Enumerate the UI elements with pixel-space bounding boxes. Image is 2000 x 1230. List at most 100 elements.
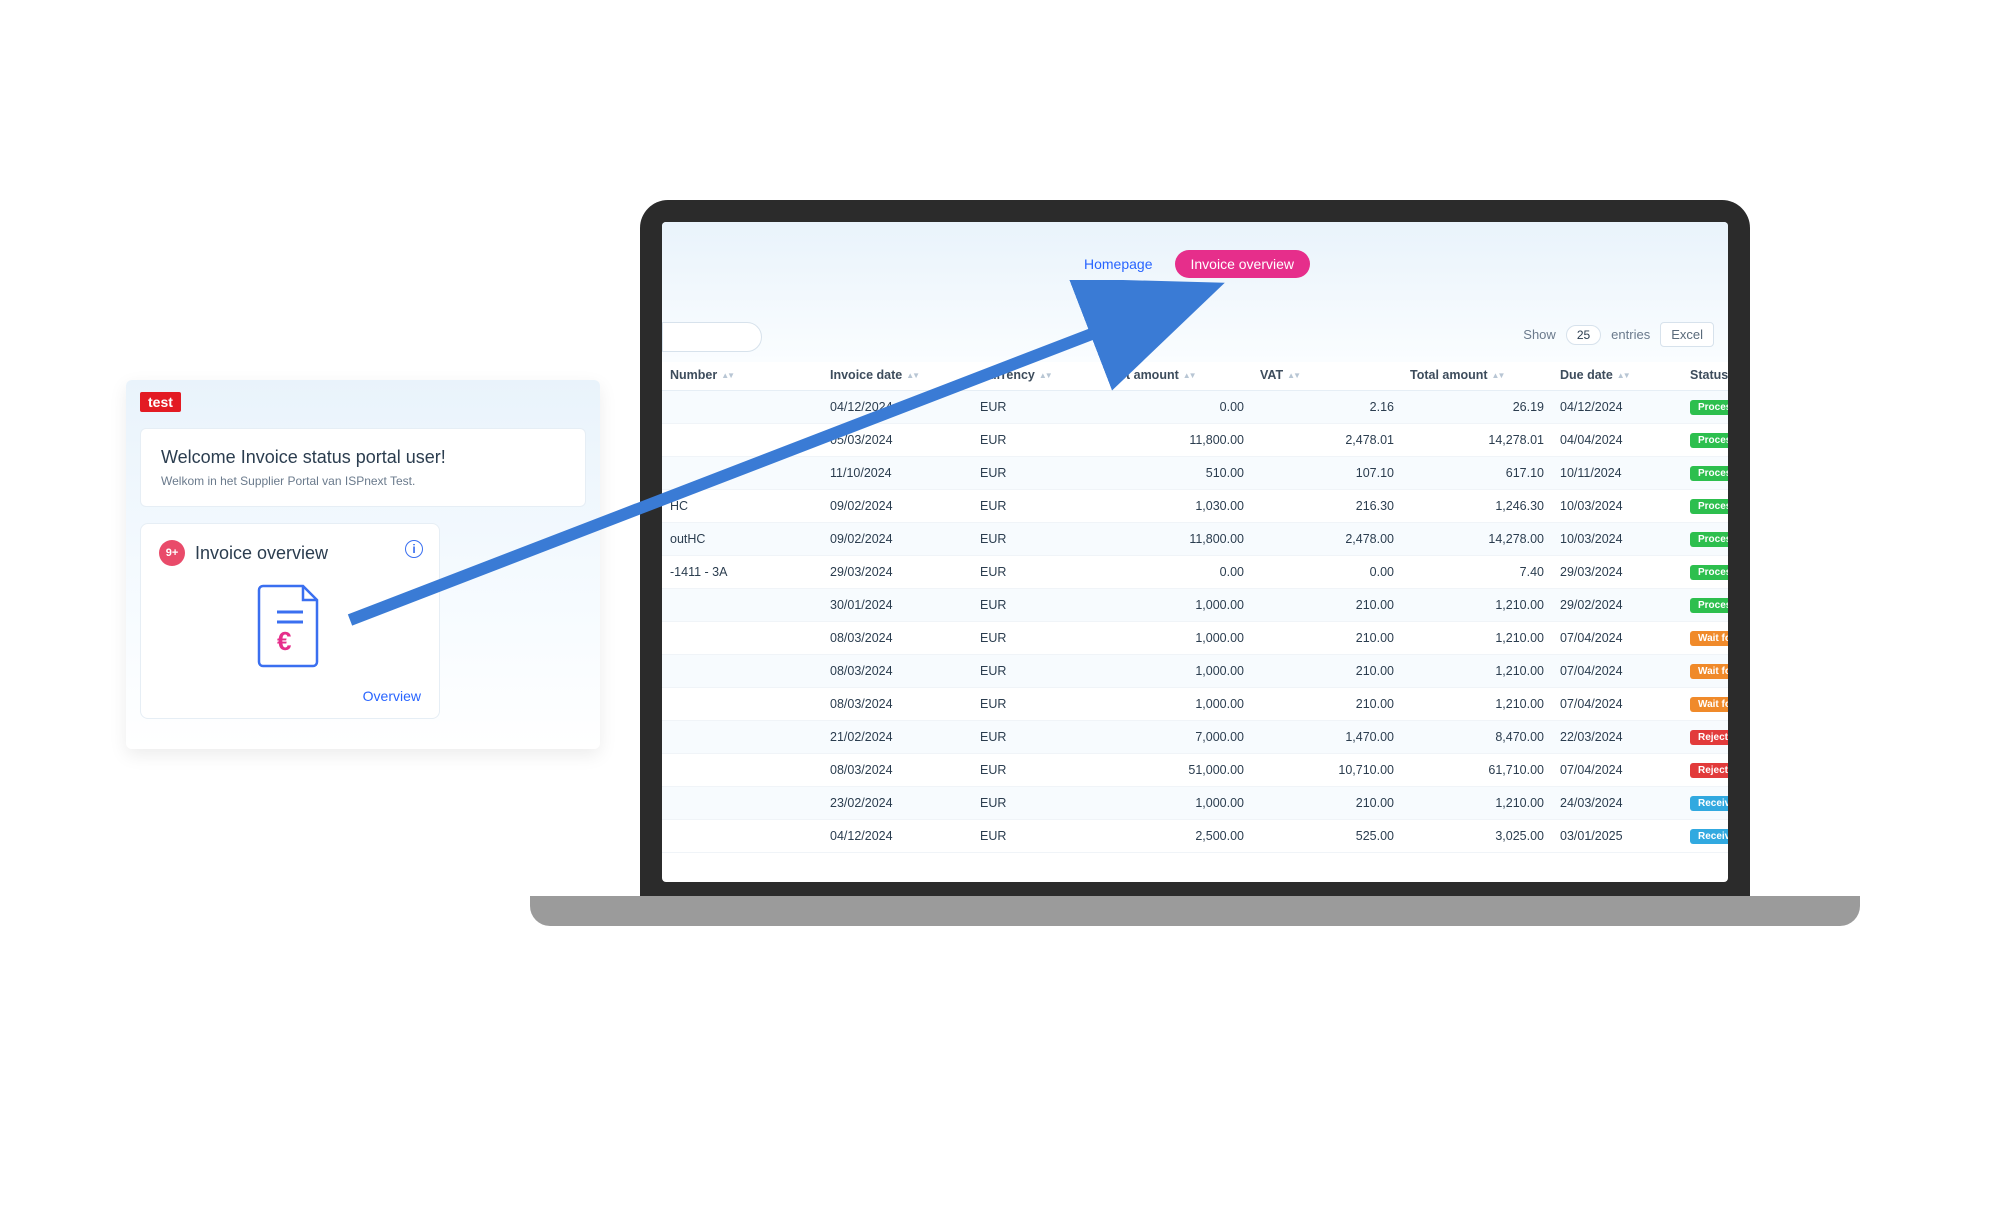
cell-net: 1,000.00 — [1102, 598, 1252, 612]
col-total-amount[interactable]: Total amount▲▼ — [1402, 368, 1552, 382]
col-invoice-date[interactable]: Invoice date▲▼ — [822, 368, 972, 382]
sort-icon: ▲▼ — [1039, 371, 1051, 380]
cell-due-date: 04/12/2024 — [1552, 400, 1682, 414]
col-status[interactable]: Status — [1682, 368, 1728, 382]
cell-vat: 2,478.00 — [1252, 532, 1402, 546]
cell-status: Wait for DD — [1682, 663, 1728, 679]
cell-status: Processed — [1682, 498, 1728, 514]
cell-net: 7,000.00 — [1102, 730, 1252, 744]
cell-net: 1,030.00 — [1102, 499, 1252, 513]
cell-due-date: 29/03/2024 — [1552, 565, 1682, 579]
tab-invoice-overview[interactable]: Invoice overview — [1175, 250, 1311, 278]
cell-net: 0.00 — [1102, 400, 1252, 414]
cell-due-date: 10/11/2024 — [1552, 466, 1682, 480]
col-number[interactable]: Number▲▼ — [662, 368, 822, 382]
invoice-document-icon: € — [159, 584, 421, 668]
cell-currency: EUR — [972, 400, 1102, 414]
search-input[interactable] — [662, 322, 762, 352]
cell-vat: 216.30 — [1252, 499, 1402, 513]
cell-vat: 2.16 — [1252, 400, 1402, 414]
col-net-amount[interactable]: Net amount▲▼ — [1102, 368, 1252, 382]
tile-overview-link[interactable]: Overview — [159, 688, 421, 704]
sort-icon: ▲▼ — [906, 371, 918, 380]
sort-icon: ▲▼ — [1183, 371, 1195, 380]
status-badge: Processed — [1690, 532, 1728, 547]
cell-total: 7.40 — [1402, 565, 1552, 579]
status-badge: Processed — [1690, 598, 1728, 613]
cell-invoice-date: 05/03/2024 — [822, 433, 972, 447]
table-row[interactable]: 08/03/2024EUR1,000.00210.001,210.0007/04… — [662, 655, 1728, 688]
cell-due-date: 24/03/2024 — [1552, 796, 1682, 810]
table-row[interactable]: 05/03/2024EUR11,800.002,478.0114,278.010… — [662, 424, 1728, 457]
cell-status: Received — [1682, 828, 1728, 844]
cell-currency: EUR — [972, 598, 1102, 612]
table-row[interactable]: -1411 - 3A29/03/2024EUR0.000.007.4029/03… — [662, 556, 1728, 589]
table-row[interactable]: 08/03/2024EUR51,000.0010,710.0061,710.00… — [662, 754, 1728, 787]
table-row[interactable]: 30/01/2024EUR1,000.00210.001,210.0029/02… — [662, 589, 1728, 622]
status-badge: Processed — [1690, 466, 1728, 481]
laptop-frame: Homepage Invoice overview Show 25 entrie… — [640, 200, 1750, 926]
cell-total: 61,710.00 — [1402, 763, 1552, 777]
cell-vat: 210.00 — [1252, 697, 1402, 711]
status-badge: Processed — [1690, 400, 1728, 415]
cell-total: 3,025.00 — [1402, 829, 1552, 843]
cell-vat: 107.10 — [1252, 466, 1402, 480]
sort-icon: ▲▼ — [1492, 371, 1504, 380]
table-row[interactable]: outHC09/02/2024EUR11,800.002,478.0014,27… — [662, 523, 1728, 556]
export-excel-button[interactable]: Excel — [1660, 322, 1714, 347]
cell-vat: 210.00 — [1252, 631, 1402, 645]
table-row[interactable]: 08/03/2024EUR1,000.00210.001,210.0007/04… — [662, 688, 1728, 721]
tile-count-badge: 9+ — [159, 540, 185, 566]
status-badge: Rejected — [1690, 763, 1728, 778]
cell-net: 2,500.00 — [1102, 829, 1252, 843]
cell-vat: 210.00 — [1252, 796, 1402, 810]
invoice-grid: Number▲▼ Invoice date▲▼ Currency▲▼ Net a… — [662, 360, 1728, 882]
col-due-date[interactable]: Due date▲▼ — [1552, 368, 1682, 382]
tab-homepage[interactable]: Homepage — [1080, 250, 1157, 278]
cell-total: 1,246.30 — [1402, 499, 1552, 513]
cell-number: HC — [662, 499, 822, 513]
sort-icon: ▲▼ — [721, 371, 733, 380]
cell-status: Processed — [1682, 531, 1728, 547]
info-icon[interactable]: i — [405, 540, 423, 558]
status-badge: Received — [1690, 829, 1728, 844]
cell-total: 1,210.00 — [1402, 796, 1552, 810]
cell-net: 1,000.00 — [1102, 697, 1252, 711]
sort-icon: ▲▼ — [1617, 371, 1629, 380]
cell-invoice-date: 08/03/2024 — [822, 664, 972, 678]
cell-invoice-date: 09/02/2024 — [822, 532, 972, 546]
cell-vat: 525.00 — [1252, 829, 1402, 843]
cell-invoice-date: 04/12/2024 — [822, 400, 972, 414]
table-row[interactable]: 11/10/2024EUR510.00107.10617.1010/11/202… — [662, 457, 1728, 490]
invoice-overview-tile[interactable]: 9+ Invoice overview i € Overview — [140, 523, 440, 719]
grid-toolbar: Show 25 entries Excel — [1523, 322, 1714, 347]
cell-status: Processed — [1682, 465, 1728, 481]
col-currency[interactable]: Currency▲▼ — [972, 368, 1102, 382]
cell-currency: EUR — [972, 499, 1102, 513]
cell-status: Rejected — [1682, 729, 1728, 745]
cell-currency: EUR — [972, 466, 1102, 480]
cell-invoice-date: 21/02/2024 — [822, 730, 972, 744]
table-row[interactable]: 04/12/2024EUR2,500.00525.003,025.0003/01… — [662, 820, 1728, 853]
cell-due-date: 22/03/2024 — [1552, 730, 1682, 744]
status-badge: Processed — [1690, 499, 1728, 514]
cell-due-date: 07/04/2024 — [1552, 664, 1682, 678]
entries-select[interactable]: 25 — [1566, 325, 1601, 345]
col-vat[interactable]: VAT▲▼ — [1252, 368, 1402, 382]
status-badge: Wait for DD — [1690, 697, 1728, 712]
table-row[interactable]: 04/12/2024EUR0.002.1626.1904/12/2024Proc… — [662, 391, 1728, 424]
table-row[interactable]: 08/03/2024EUR1,000.00210.001,210.0007/04… — [662, 622, 1728, 655]
cell-total: 14,278.00 — [1402, 532, 1552, 546]
cell-net: 11,800.00 — [1102, 532, 1252, 546]
cell-net: 51,000.00 — [1102, 763, 1252, 777]
table-row[interactable]: 23/02/2024EUR1,000.00210.001,210.0024/03… — [662, 787, 1728, 820]
tenant-logo: test — [140, 392, 181, 412]
grid-header-row: Number▲▼ Invoice date▲▼ Currency▲▼ Net a… — [662, 360, 1728, 391]
tile-title: Invoice overview — [195, 543, 328, 564]
cell-net: 0.00 — [1102, 565, 1252, 579]
table-row[interactable]: 21/02/2024EUR7,000.001,470.008,470.0022/… — [662, 721, 1728, 754]
cell-number: outHC — [662, 532, 822, 546]
cell-status: Processed — [1682, 432, 1728, 448]
cell-vat: 1,470.00 — [1252, 730, 1402, 744]
table-row[interactable]: HC09/02/2024EUR1,030.00216.301,246.3010/… — [662, 490, 1728, 523]
